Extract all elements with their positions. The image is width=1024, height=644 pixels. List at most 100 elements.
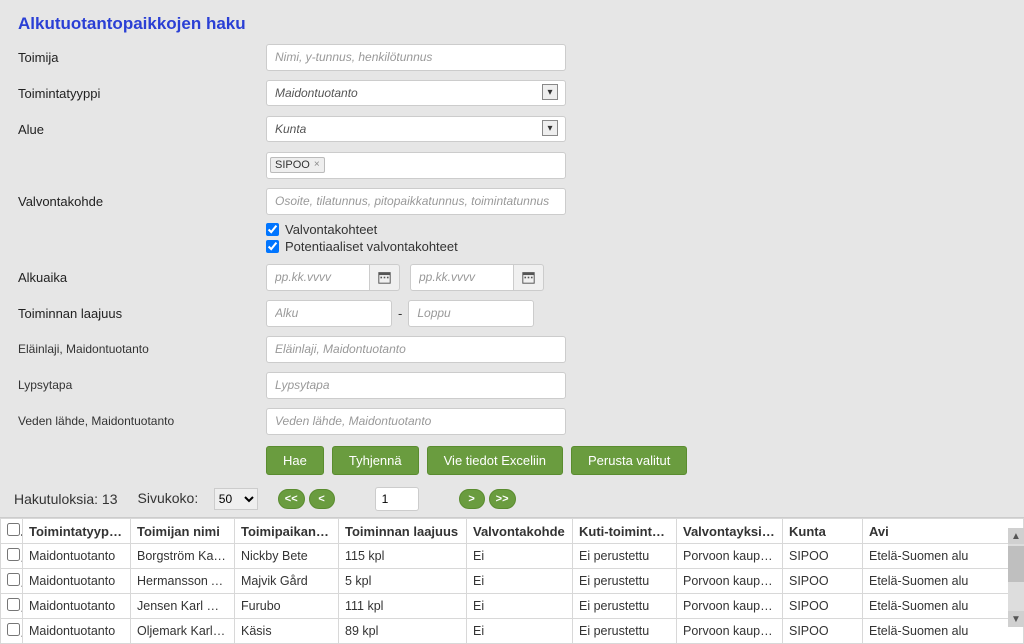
perusta-button[interactable]: Perusta valitut xyxy=(571,446,687,475)
tyhjenna-button[interactable]: Tyhjennä xyxy=(332,446,419,475)
valvontakohde-label: Valvontakohde xyxy=(18,194,266,209)
close-icon[interactable]: × xyxy=(314,159,320,170)
alkuaika-to-input[interactable] xyxy=(410,264,514,291)
excel-button[interactable]: Vie tiedot Exceliin xyxy=(427,446,563,475)
laajuus-from-input[interactable] xyxy=(266,300,392,327)
calendar-icon[interactable] xyxy=(514,264,544,291)
table-row[interactable]: MaidontuotantoJensen Karl ChriFurubo111 … xyxy=(1,594,1024,619)
row-checkbox[interactable] xyxy=(7,623,20,636)
cell-kunta: SIPOO xyxy=(783,619,863,644)
cell-kuti: Ei perustettu xyxy=(573,544,677,569)
cell-kohde: Ei xyxy=(467,569,573,594)
col-laajuus[interactable]: Toiminnan laajuus xyxy=(339,519,467,544)
page-number-input[interactable] xyxy=(375,487,419,511)
cell-kunta: SIPOO xyxy=(783,569,863,594)
cell-yksikko: Porvoon kaupunk xyxy=(677,619,783,644)
alue-tagbox[interactable]: SIPOO × xyxy=(266,152,566,179)
cell-yksikko: Porvoon kaupunk xyxy=(677,544,783,569)
page-title: Alkutuotantopaikkojen haku xyxy=(0,0,1024,42)
sort-icon: ▲▼ xyxy=(124,525,130,537)
results-bar: Hakutuloksia: 13 Sivukoko: 50 << < > >> xyxy=(0,483,1024,517)
cell-kuti: Ei perustettu xyxy=(573,569,677,594)
cell-laajuus: 89 kpl xyxy=(339,619,467,644)
cell-nimi: Hermansson Atte xyxy=(131,569,235,594)
cell-laajuus: 111 kpl xyxy=(339,594,467,619)
cell-kunta: SIPOO xyxy=(783,594,863,619)
col-avi[interactable]: Avi xyxy=(863,519,1024,544)
col-toimijan-nimi[interactable]: Toimijan nimi xyxy=(131,519,235,544)
cell-kohde: Ei xyxy=(467,544,573,569)
valvontakohde-input[interactable] xyxy=(266,188,566,215)
laajuus-label: Toiminnan laajuus xyxy=(18,306,266,321)
cell-paikka: Nickby Bete xyxy=(235,544,339,569)
elainlaji-input[interactable] xyxy=(266,336,566,363)
table-row[interactable]: MaidontuotantoHermansson AtteMajvik Gård… xyxy=(1,569,1024,594)
prev-page-button[interactable]: < xyxy=(309,489,335,509)
cell-kuti: Ei perustettu xyxy=(573,619,677,644)
first-page-button[interactable]: << xyxy=(278,489,305,509)
calendar-icon[interactable] xyxy=(370,264,400,291)
potentiaaliset-label: Potentiaaliset valvontakohteet xyxy=(285,239,458,254)
results-table: Toimintatyyppi ▲▼ Toimijan nimi Toimipai… xyxy=(0,518,1024,644)
cell-avi: Etelä-Suomen alu xyxy=(863,619,1024,644)
cell-paikka: Furubo xyxy=(235,594,339,619)
scroll-up-icon[interactable]: ▲ xyxy=(1008,528,1024,544)
alue-tag[interactable]: SIPOO × xyxy=(270,157,325,173)
veden-input[interactable] xyxy=(266,408,566,435)
row-checkbox[interactable] xyxy=(7,573,20,586)
toimintatyyppi-label: Toimintatyyppi xyxy=(18,86,266,101)
valvontakohteet-checkbox[interactable] xyxy=(266,223,279,236)
cell-kunta: SIPOO xyxy=(783,544,863,569)
table-row[interactable]: MaidontuotantoOljemark Karl-eriKäsis89 k… xyxy=(1,619,1024,644)
col-toimintatyyppi[interactable]: Toimintatyyppi ▲▼ xyxy=(23,519,131,544)
col-valvontakohde[interactable]: Valvontakohde xyxy=(467,519,573,544)
next-page-button[interactable]: > xyxy=(459,489,485,509)
table-header-row: Toimintatyyppi ▲▼ Toimijan nimi Toimipai… xyxy=(1,519,1024,544)
cell-kohde: Ei xyxy=(467,594,573,619)
cell-nimi: Borgström Karl H xyxy=(131,544,235,569)
col-toimipaikan[interactable]: Toimipaikan… xyxy=(235,519,339,544)
alue-select[interactable]: Kunta xyxy=(266,116,566,142)
cell-nimi: Jensen Karl Chri xyxy=(131,594,235,619)
cell-toimintatyyppi: Maidontuotanto xyxy=(23,619,131,644)
pagesize-select[interactable]: 50 xyxy=(214,488,258,510)
scroll-down-icon[interactable]: ▼ xyxy=(1008,611,1024,627)
cell-yksikko: Porvoon kaupunk xyxy=(677,569,783,594)
col-kuti[interactable]: Kuti-toimint… xyxy=(573,519,677,544)
table-row[interactable]: MaidontuotantoBorgström Karl HNickby Bet… xyxy=(1,544,1024,569)
cell-nimi: Oljemark Karl-eri xyxy=(131,619,235,644)
select-all-checkbox[interactable] xyxy=(7,523,20,536)
toimintatyyppi-select[interactable]: Maidontuotanto xyxy=(266,80,566,106)
row-checkbox[interactable] xyxy=(7,548,20,561)
cell-avi: Etelä-Suomen alu xyxy=(863,594,1024,619)
cell-avi: Etelä-Suomen alu xyxy=(863,569,1024,594)
range-dash: - xyxy=(398,306,402,321)
search-form: Toimija Toimintatyyppi Maidontuotanto ▾ … xyxy=(0,42,1024,475)
cell-yksikko: Porvoon kaupunk xyxy=(677,594,783,619)
cell-laajuus: 5 kpl xyxy=(339,569,467,594)
cell-paikka: Majvik Gård xyxy=(235,569,339,594)
toimija-label: Toimija xyxy=(18,50,266,65)
col-kunta[interactable]: Kunta xyxy=(783,519,863,544)
cell-avi: Etelä-Suomen alu xyxy=(863,544,1024,569)
toimija-input[interactable] xyxy=(266,44,566,71)
last-page-button[interactable]: >> xyxy=(489,489,516,509)
lypsytapa-input[interactable] xyxy=(266,372,566,399)
hae-button[interactable]: Hae xyxy=(266,446,324,475)
scroll-thumb[interactable] xyxy=(1008,546,1024,582)
alkuaika-from-input[interactable] xyxy=(266,264,370,291)
elainlaji-label: Eläinlaji, Maidontuotanto xyxy=(18,342,266,356)
scrollbar[interactable]: ▲ ▼ xyxy=(1008,528,1024,627)
cell-toimintatyyppi: Maidontuotanto xyxy=(23,569,131,594)
cell-toimintatyyppi: Maidontuotanto xyxy=(23,544,131,569)
pagesize-label: Sivukoko: xyxy=(138,490,199,506)
potentiaaliset-checkbox[interactable] xyxy=(266,240,279,253)
laajuus-to-input[interactable] xyxy=(408,300,534,327)
cell-toimintatyyppi: Maidontuotanto xyxy=(23,594,131,619)
alkuaika-label: Alkuaika xyxy=(18,270,266,285)
cell-paikka: Käsis xyxy=(235,619,339,644)
row-checkbox[interactable] xyxy=(7,598,20,611)
col-valvontayksikko[interactable]: Valvontayksi… xyxy=(677,519,783,544)
veden-label: Veden lähde, Maidontuotanto xyxy=(18,414,266,428)
cell-kuti: Ei perustettu xyxy=(573,594,677,619)
